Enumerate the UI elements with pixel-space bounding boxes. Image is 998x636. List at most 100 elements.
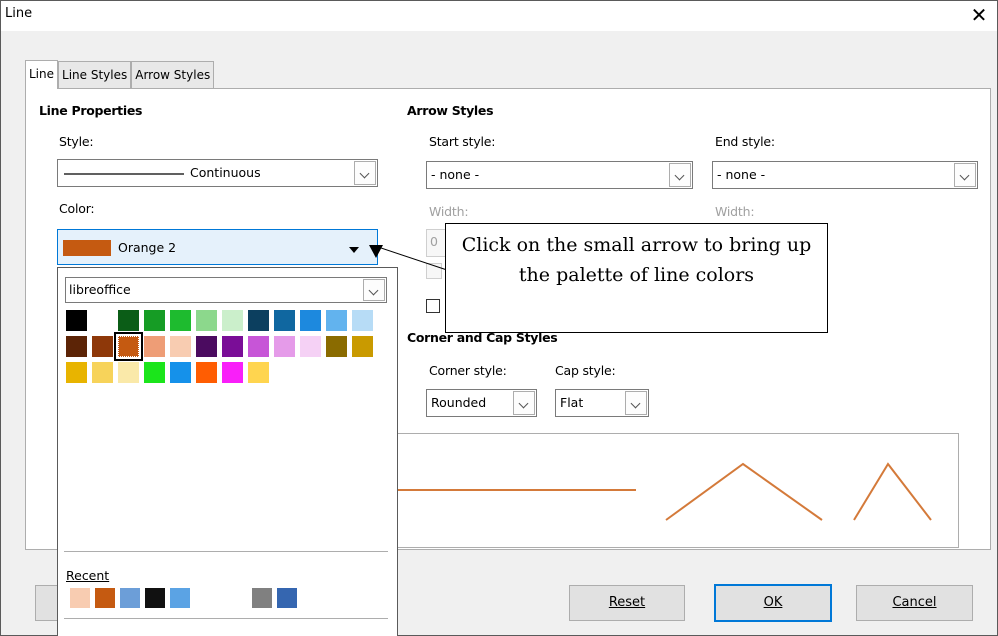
color-swatch[interactable]: [92, 310, 113, 331]
color-swatch[interactable]: [248, 336, 269, 357]
start-width-label: Width:: [429, 204, 469, 219]
color-swatch[interactable]: [248, 310, 269, 331]
recent-color-swatch[interactable]: [145, 588, 165, 608]
color-swatch[interactable]: [248, 362, 269, 383]
color-swatch[interactable]: [118, 310, 139, 331]
recent-color-swatch[interactable]: [70, 588, 90, 608]
line-style-select[interactable]: Continuous: [57, 159, 378, 187]
color-swatch[interactable]: [66, 310, 87, 331]
color-swatch[interactable]: [274, 336, 295, 357]
start-width-value: 0: [430, 234, 438, 249]
end-style-value: - none -: [717, 167, 766, 182]
color-swatch[interactable]: [196, 336, 217, 357]
recent-color-swatch[interactable]: [277, 588, 297, 608]
chevron-down-icon[interactable]: [354, 161, 376, 185]
arrow-styles-heading: Arrow Styles: [407, 103, 494, 118]
popup-divider: [64, 551, 388, 552]
recent-gap: [195, 588, 247, 608]
synchronize-ends-checkbox[interactable]: [426, 299, 440, 313]
color-swatch[interactable]: [222, 362, 243, 383]
cancel-button-label: Cancel: [892, 595, 937, 610]
cancel-button[interactable]: Cancel: [856, 585, 973, 621]
color-swatch[interactable]: [114, 332, 143, 361]
color-swatch[interactable]: [300, 310, 321, 331]
recent-color-swatch[interactable]: [95, 588, 115, 608]
line-style-value: Continuous: [190, 165, 261, 180]
color-swatch[interactable]: [274, 310, 295, 331]
recent-color-swatch[interactable]: [120, 588, 140, 608]
color-swatch[interactable]: [170, 310, 191, 331]
corner-style-select[interactable]: Rounded: [426, 389, 537, 417]
color-swatch[interactable]: [222, 310, 243, 331]
cap-style-label: Cap style:: [555, 363, 616, 378]
color-swatch[interactable]: [66, 362, 87, 383]
start-style-select[interactable]: - none -: [426, 161, 693, 189]
center-start-checkbox[interactable]: [426, 263, 442, 279]
color-swatch[interactable]: [144, 310, 165, 331]
cap-style-value: Flat: [560, 395, 584, 410]
palette-select-value: libreoffice: [69, 282, 131, 297]
color-swatch[interactable]: [196, 310, 217, 331]
reset-button-label: Reset: [608, 595, 646, 610]
color-swatch[interactable]: [300, 336, 321, 357]
color-swatch[interactable]: [66, 336, 87, 357]
color-swatch[interactable]: [352, 336, 373, 357]
line-dialog: Line ✕ Line Line Styles Arrow Styles Lin…: [0, 0, 998, 636]
palette-select[interactable]: libreoffice: [65, 277, 387, 303]
color-swatch-grid: [66, 310, 396, 383]
recent-color-swatch[interactable]: [170, 588, 190, 608]
chevron-down-icon[interactable]: [513, 391, 535, 415]
line-style-preview-icon: [64, 173, 184, 175]
color-swatch[interactable]: [352, 310, 373, 331]
preview-lines-icon: [374, 462, 932, 521]
recent-colors-row: [70, 588, 297, 608]
close-icon[interactable]: ✕: [967, 3, 991, 27]
ok-button-label: OK: [763, 595, 783, 610]
color-swatch[interactable]: [170, 336, 191, 357]
color-swatch[interactable]: [170, 362, 191, 383]
end-style-select[interactable]: - none -: [712, 161, 978, 189]
end-style-label: End style:: [715, 134, 775, 149]
current-color-name: Orange 2: [118, 240, 177, 255]
tab-arrow-styles[interactable]: Arrow Styles: [131, 61, 215, 88]
recent-label: Recent: [66, 568, 109, 583]
line-preview: [373, 433, 959, 548]
popup-divider: [64, 618, 388, 619]
line-color-button[interactable]: Orange 2: [57, 229, 378, 265]
chevron-down-icon[interactable]: [954, 163, 976, 187]
color-label: Color:: [59, 201, 95, 216]
reset-button[interactable]: Reset: [569, 585, 685, 621]
color-swatch[interactable]: [222, 336, 243, 357]
color-swatch[interactable]: [326, 310, 347, 331]
title-bar: Line ✕: [1, 1, 997, 31]
recent-color-swatch[interactable]: [252, 588, 272, 608]
tab-strip: Line Line Styles Arrow Styles: [25, 60, 215, 89]
line-properties-heading: Line Properties: [39, 103, 143, 118]
color-swatch[interactable]: [92, 362, 113, 383]
corner-style-value: Rounded: [431, 395, 487, 410]
color-swatch[interactable]: [92, 336, 113, 357]
chevron-down-icon[interactable]: [669, 163, 691, 187]
style-label: Style:: [59, 134, 94, 149]
dialog-title: Line: [5, 6, 33, 21]
color-swatch[interactable]: [144, 362, 165, 383]
end-width-label: Width:: [715, 204, 755, 219]
ok-button[interactable]: OK: [714, 584, 832, 622]
tab-line-styles[interactable]: Line Styles: [58, 61, 132, 88]
annotation-arrow-icon: [369, 245, 383, 258]
corner-style-label: Corner style:: [429, 363, 507, 378]
start-style-value: - none -: [431, 167, 480, 182]
chevron-down-icon[interactable]: [625, 391, 647, 415]
color-palette-popup: libreoffice Recent: [57, 267, 398, 636]
dropdown-arrow-icon[interactable]: [349, 247, 359, 253]
cap-style-select[interactable]: Flat: [555, 389, 649, 417]
color-swatch[interactable]: [196, 362, 217, 383]
current-color-swatch: [63, 240, 111, 256]
color-swatch[interactable]: [144, 336, 165, 357]
color-swatch[interactable]: [326, 336, 347, 357]
start-style-label: Start style:: [429, 134, 496, 149]
tab-line[interactable]: Line: [25, 60, 59, 89]
chevron-down-icon[interactable]: [363, 279, 385, 301]
color-swatch[interactable]: [118, 362, 139, 383]
recent-label-text: Recent: [66, 568, 110, 583]
